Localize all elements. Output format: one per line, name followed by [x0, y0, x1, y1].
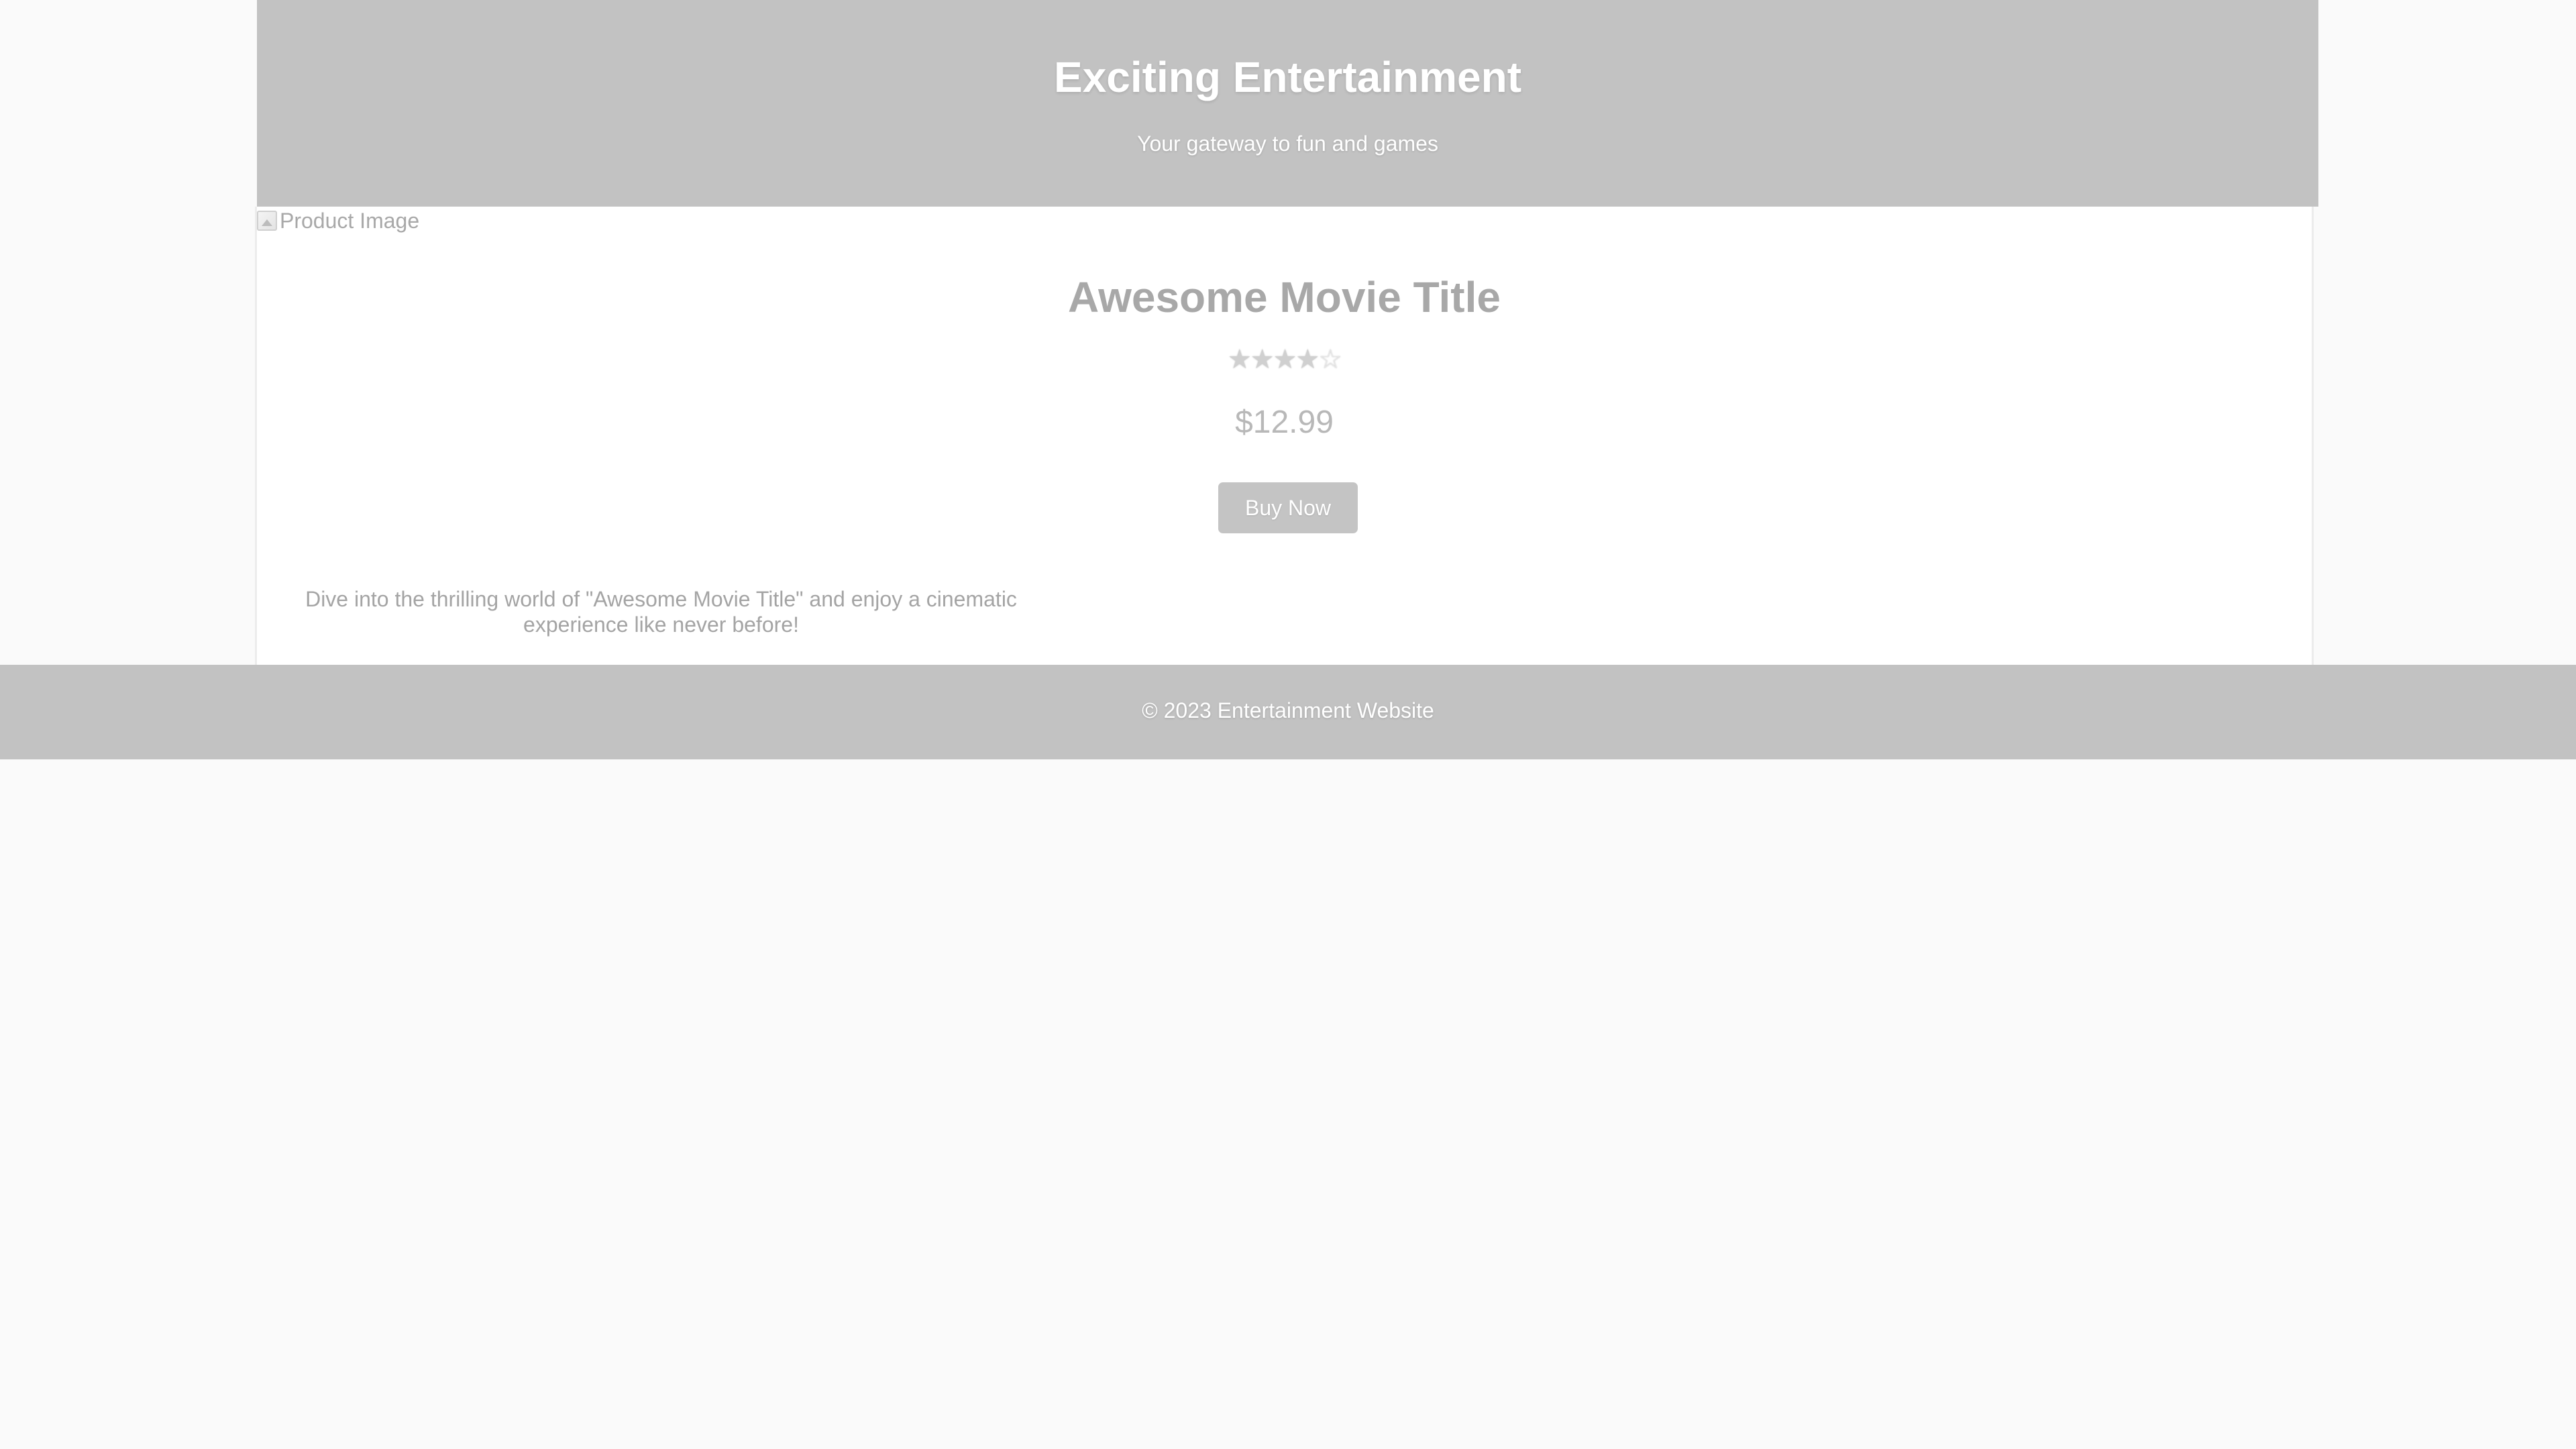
product-title: Awesome Movie Title	[1068, 273, 1501, 321]
product-description: Dive into the thrilling world of "Awesom…	[305, 587, 1017, 637]
footer-copyright: © 2023 Entertainment Website	[1142, 698, 1434, 722]
star-filled-icon: ★	[1273, 345, 1297, 374]
star-filled-icon: ★	[1227, 345, 1252, 374]
star-empty-icon: ☆	[1318, 345, 1342, 374]
site-header: Exciting Entertainment Your gateway to f…	[257, 0, 2318, 207]
product-card: Product Image Awesome Movie Title ★★★★☆ …	[255, 207, 2314, 665]
broken-image-icon	[257, 211, 277, 231]
site-tagline: Your gateway to fun and games	[1137, 131, 1438, 156]
product-price: $12.99	[1235, 405, 1334, 440]
star-filled-icon: ★	[1250, 345, 1275, 374]
buy-now-button[interactable]: Buy Now	[1218, 482, 1358, 533]
star-filled-icon: ★	[1295, 345, 1320, 374]
site-footer: © 2023 Entertainment Website	[0, 665, 2576, 759]
site-title: Exciting Entertainment	[1054, 53, 1521, 101]
product-image: Product Image	[257, 207, 419, 235]
star-rating: ★★★★☆	[257, 344, 2312, 375]
product-image-alt-text: Product Image	[280, 208, 420, 233]
page: Exciting Entertainment Your gateway to f…	[0, 0, 2576, 1449]
